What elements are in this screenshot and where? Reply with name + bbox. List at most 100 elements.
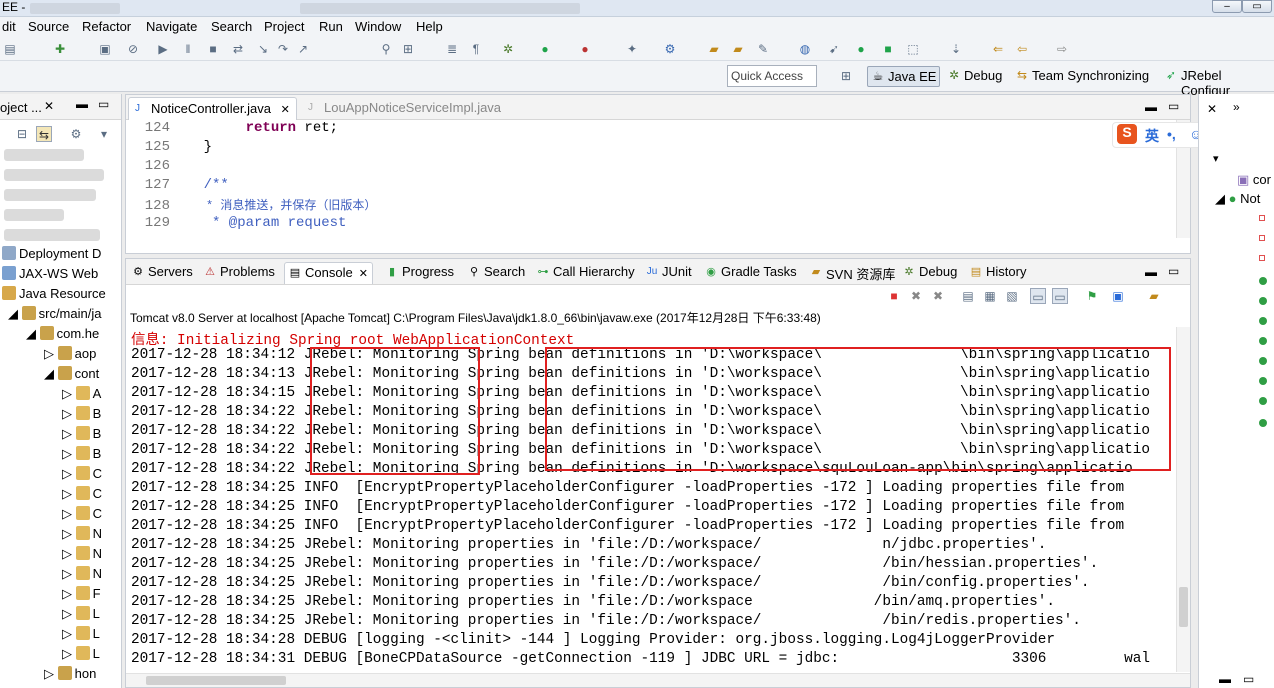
folder-icon[interactable]: ▰ xyxy=(730,41,746,57)
jrebel-stop-icon[interactable]: ■ xyxy=(880,41,896,57)
debug-icon[interactable]: ✲ xyxy=(500,41,516,57)
view-menu-icon[interactable]: ▾ xyxy=(96,126,112,142)
next-annotation-icon[interactable]: ⇣ xyxy=(948,41,964,57)
tab-progress[interactable]: ▮ Progress xyxy=(382,262,458,284)
tree-item-deployment[interactable]: Deployment D xyxy=(2,246,101,266)
quick-access-input[interactable]: Quick Access xyxy=(727,65,817,87)
annotation-icon[interactable]: ⬚ xyxy=(905,41,921,57)
open-console-icon[interactable]: ▰ xyxy=(1146,288,1162,304)
tree-item-last[interactable]: ▷ hon xyxy=(44,666,96,686)
tree-class[interactable]: ▷ C xyxy=(62,506,102,526)
tree-class[interactable]: ▷ N xyxy=(62,546,102,566)
scroll-thumb[interactable] xyxy=(146,676,286,685)
collapse-all-icon[interactable]: ⊟ xyxy=(14,126,30,142)
terminal-icon[interactable]: ▣ xyxy=(97,41,113,57)
minimize-icon[interactable]: ▬ xyxy=(76,97,88,111)
menu-navigate[interactable]: Navigate xyxy=(146,19,197,34)
display-console-icon[interactable]: ▣ xyxy=(1110,288,1126,304)
link-editor-icon[interactable]: ⇆ xyxy=(36,126,52,142)
save-icon[interactable]: ▤ xyxy=(2,41,18,57)
new-server-icon[interactable]: ✦ xyxy=(624,41,640,57)
tree-class[interactable]: ▷ L xyxy=(62,646,100,666)
perspective-debug[interactable]: ✲ Debug xyxy=(944,66,1005,87)
perspective-team-sync[interactable]: ⇆ Team Synchronizing xyxy=(1012,66,1152,87)
skip-breakpoints-icon[interactable]: ⊘ xyxy=(125,41,141,57)
tree-class[interactable]: ▷ L xyxy=(62,626,100,646)
maximize-icon[interactable]: ▭ xyxy=(1243,672,1254,686)
maximize-icon[interactable]: ▭ xyxy=(1168,99,1179,113)
list-icon[interactable]: ≣ xyxy=(444,41,460,57)
minimize-button[interactable]: – xyxy=(1212,0,1242,13)
minimize-icon[interactable]: ▬ xyxy=(1145,100,1157,114)
step-into-icon[interactable]: ↘ xyxy=(255,41,271,57)
menu-refactor[interactable]: Refactor xyxy=(82,19,131,34)
tab-problems[interactable]: ⚠ Problems xyxy=(200,262,279,284)
clear-console-icon[interactable]: ▤ xyxy=(960,288,976,304)
jrebel-run-icon[interactable]: ● xyxy=(853,41,869,57)
console-horizontal-scrollbar[interactable] xyxy=(126,673,1190,687)
tab-debug[interactable]: ✲ Debug xyxy=(899,262,961,284)
menu-source[interactable]: Source xyxy=(28,19,69,34)
tree-class[interactable]: ▷ F xyxy=(62,586,101,606)
tab-notice-controller[interactable]: J NoticeController.java ✕ xyxy=(128,97,297,120)
console-vertical-scrollbar[interactable] xyxy=(1176,327,1190,672)
resume-icon[interactable]: ▶ xyxy=(155,41,171,57)
last-edit-icon[interactable]: ⇐ xyxy=(990,41,1006,57)
remove-launch-icon[interactable]: ✖ xyxy=(908,288,924,304)
scroll-thumb[interactable] xyxy=(1179,587,1188,627)
globe-icon[interactable]: ◍ xyxy=(797,41,813,57)
tree-class[interactable]: ▷ L xyxy=(62,606,100,626)
tree-item-src-main[interactable]: ◢ src/main/ja xyxy=(8,306,101,326)
tree-class[interactable]: ▷ N xyxy=(62,566,102,586)
filters-icon[interactable]: ⚙ xyxy=(68,126,84,142)
outline-item[interactable]: ▣ cor xyxy=(1237,172,1271,188)
disconnect-icon[interactable]: ⇄ xyxy=(230,41,246,57)
step-over-icon[interactable]: ↷ xyxy=(275,41,291,57)
perspective-jrebel[interactable]: ➶ JRebel Configur xyxy=(1161,66,1274,98)
tree-item-java-resources[interactable]: Java Resource xyxy=(2,286,106,306)
tab-junit[interactable]: Ju JUnit xyxy=(642,262,696,284)
chevron-down-icon[interactable]: ▾ xyxy=(1213,152,1219,165)
tab-servers[interactable]: ⚙ Servers xyxy=(128,262,197,284)
ime-lang[interactable]: 英 xyxy=(1145,126,1159,146)
perspective-java-ee[interactable]: ☕ Java EE xyxy=(867,66,941,87)
maximize-icon[interactable]: ▭ xyxy=(98,97,109,111)
tab-gradle[interactable]: ◉ Gradle Tasks xyxy=(701,262,801,284)
new-icon[interactable]: ✚ xyxy=(52,41,68,57)
tree-item-aop[interactable]: ▷ aop xyxy=(44,346,96,366)
remove-all-icon[interactable]: ✖ xyxy=(930,288,946,304)
outline-item[interactable]: ◢ ● Not xyxy=(1215,191,1260,207)
close-icon[interactable]: ✕ xyxy=(1207,102,1217,116)
word-wrap-icon[interactable]: ▧ xyxy=(1004,288,1020,304)
terminate-icon[interactable]: ■ xyxy=(205,41,221,57)
menu-project[interactable]: Project xyxy=(264,19,304,34)
tab-history[interactable]: ▤ History xyxy=(966,262,1030,284)
close-icon[interactable]: ✕ xyxy=(281,104,290,116)
tree-class[interactable]: ▷ B xyxy=(62,446,101,466)
forward-icon[interactable]: ⇨ xyxy=(1054,41,1070,57)
tree-class[interactable]: ▷ N xyxy=(62,526,102,546)
show-stderr-icon[interactable]: ▭ xyxy=(1052,288,1068,304)
tree-class[interactable]: ▷ C xyxy=(62,486,102,506)
tree-item-cont[interactable]: ◢ cont xyxy=(44,366,99,386)
tree-class[interactable]: ▷ B xyxy=(62,406,101,426)
punct-icon[interactable]: •, xyxy=(1167,126,1176,142)
filter-icon[interactable]: ⚲ xyxy=(378,41,394,57)
open-folder-icon[interactable]: ▰ xyxy=(706,41,722,57)
close-icon[interactable]: ✕ xyxy=(359,268,368,280)
menu-help[interactable]: Help xyxy=(416,19,443,34)
back-icon[interactable]: ⇦ xyxy=(1014,41,1030,57)
minimize-icon[interactable]: ▬ xyxy=(1145,265,1157,279)
menu-search[interactable]: Search xyxy=(211,19,252,34)
tree-class[interactable]: ▷ A xyxy=(62,386,101,406)
maximize-button[interactable]: ▭ xyxy=(1242,0,1272,13)
tree-class[interactable]: ▷ B xyxy=(62,426,101,446)
tree-item-package[interactable]: ◢ com.he xyxy=(26,326,99,346)
show-stdout-icon[interactable]: ▭ xyxy=(1030,288,1046,304)
pencil-icon[interactable]: ✎ xyxy=(755,41,771,57)
menu-run[interactable]: Run xyxy=(319,19,343,34)
tab-console[interactable]: ▤ Console ✕ xyxy=(284,262,373,284)
menu-edit[interactable]: dit xyxy=(2,19,16,34)
tab-service-impl[interactable]: J LouAppNoticeServiceImpl.java xyxy=(302,97,507,120)
open-type-icon[interactable]: ⚙ xyxy=(662,41,678,57)
